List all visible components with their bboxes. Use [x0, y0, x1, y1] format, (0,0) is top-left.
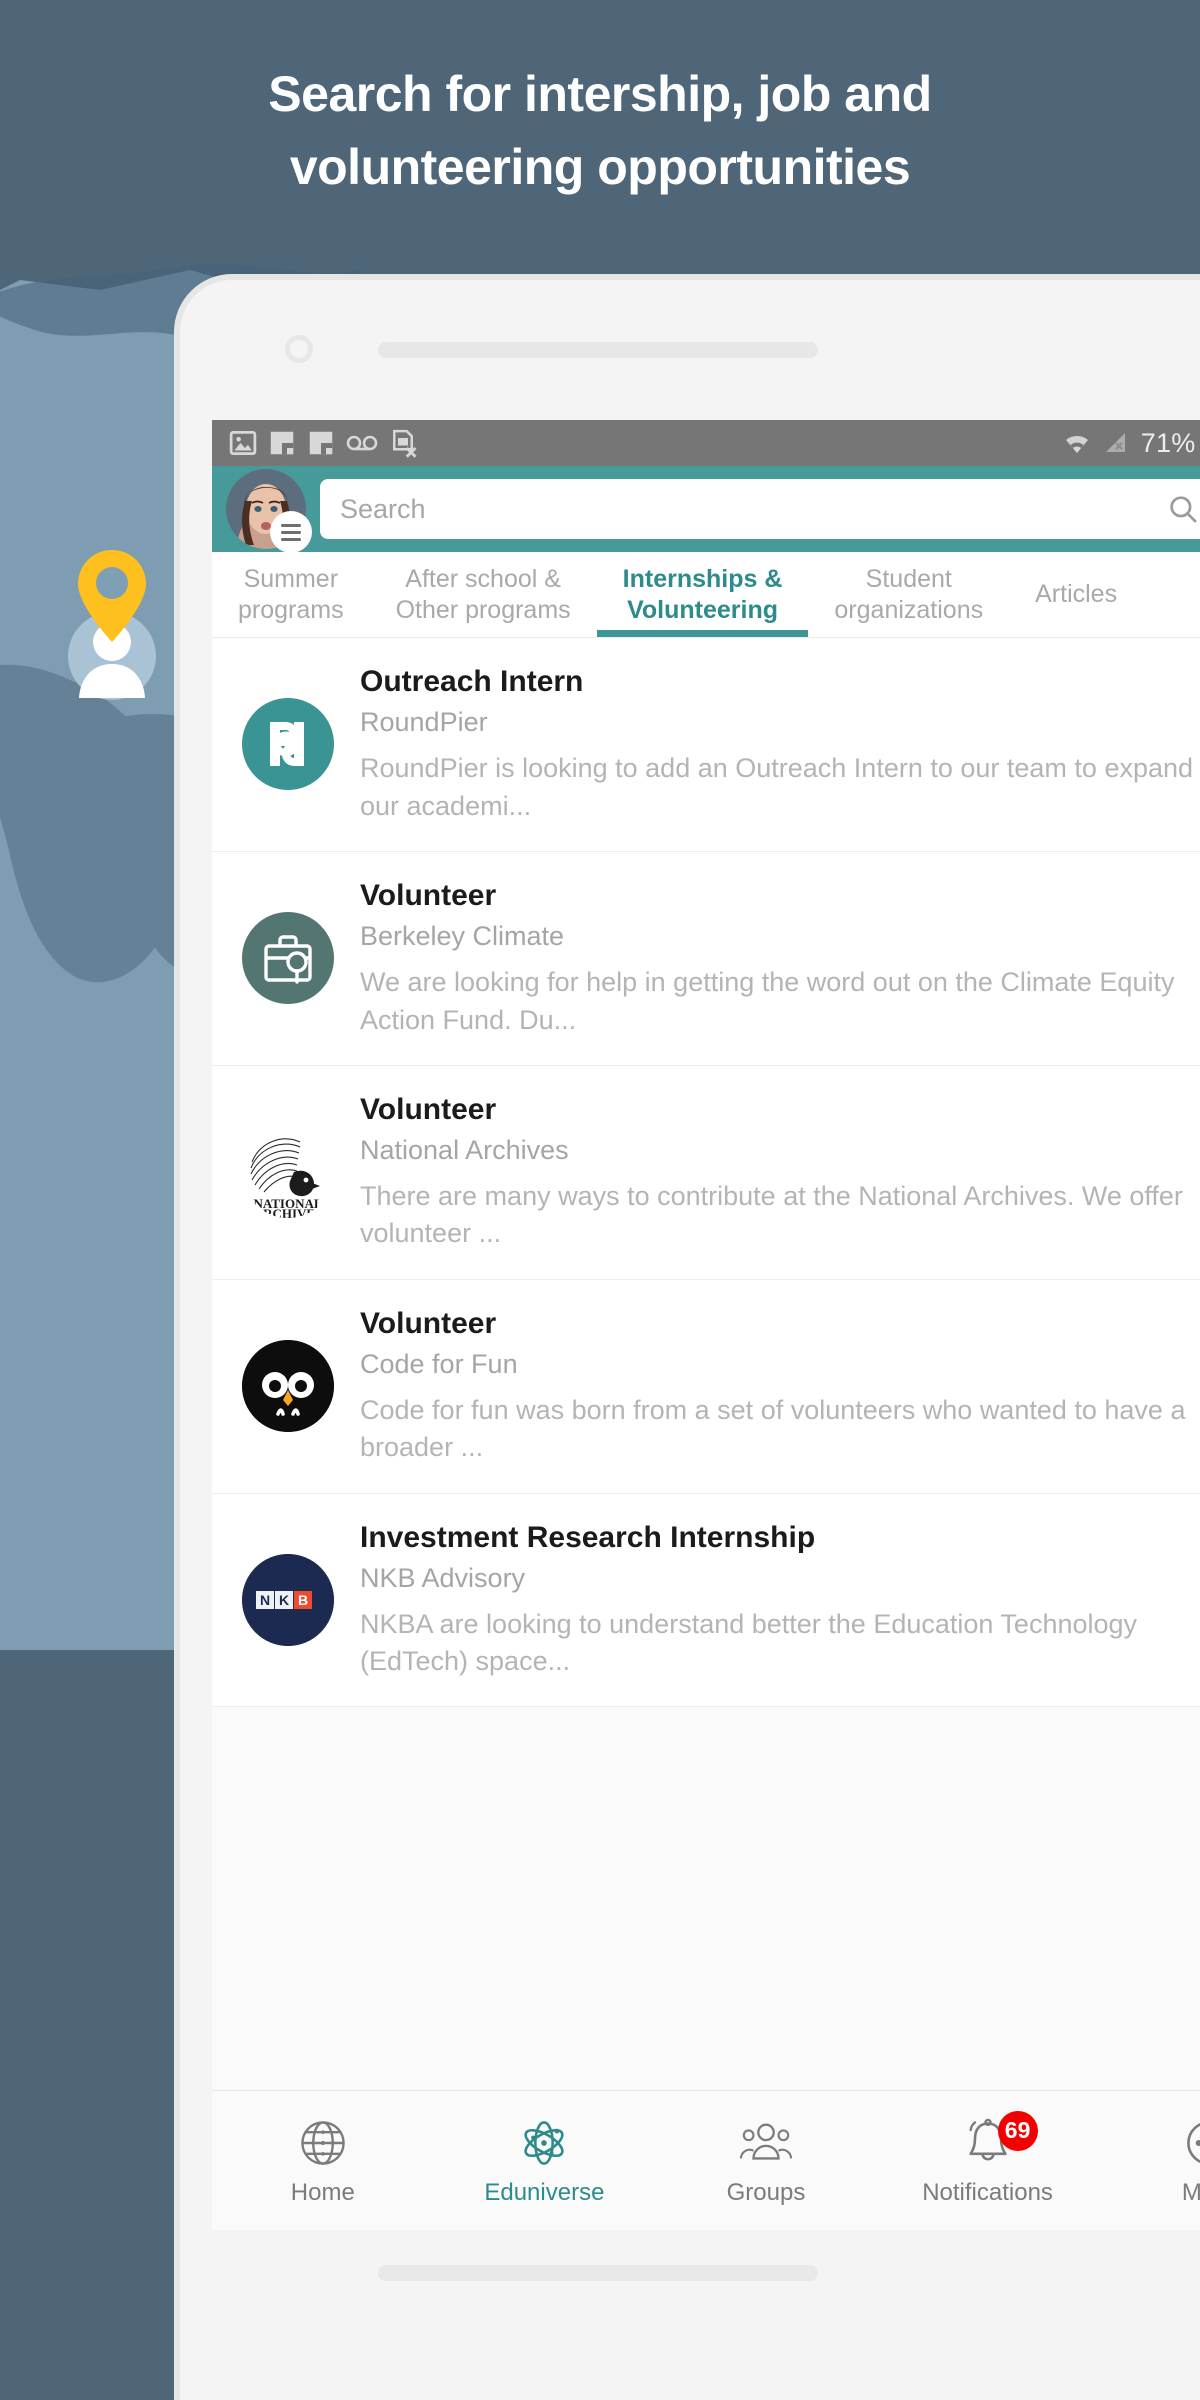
list-item-body: Volunteer Berkeley Climate We are lookin…: [360, 878, 1200, 1039]
nav-label-home: Home: [290, 2178, 355, 2206]
sim-card-off-icon: [393, 429, 417, 458]
nav-label-groups: Groups: [726, 2178, 806, 2206]
nav-label-eduniverse: Eduniverse: [484, 2178, 605, 2206]
list-item[interactable]: Volunteer Berkeley Climate We are lookin…: [212, 852, 1200, 1066]
listing-title: Volunteer: [360, 1092, 497, 1126]
owl-logo: [242, 1340, 334, 1433]
location-pin-marker: [62, 546, 162, 706]
listing-organization: National Archives: [360, 1134, 569, 1165]
voicemail-icon: [346, 435, 378, 451]
list-item-body: Outreach Intern RoundPier RoundPier is l…: [360, 664, 1200, 825]
nav-item-eduniverse[interactable]: Eduniverse: [434, 2115, 656, 2207]
phone-screen: 71% 14:09: [212, 420, 1200, 2230]
listing-organization: RoundPier: [360, 707, 488, 737]
list-item-body: Volunteer National Archives There are ma…: [360, 1092, 1200, 1253]
more-circle-icon: [1183, 2115, 1200, 2171]
search-input[interactable]: [340, 493, 1166, 525]
listing-description: We are looking for help in getting the w…: [360, 967, 1175, 1035]
nav-item-home[interactable]: Home: [212, 2115, 434, 2207]
crop-photo-icon: [270, 431, 294, 455]
nav-item-groups[interactable]: Groups: [655, 2115, 877, 2207]
nkb-logo: N K B: [242, 1554, 334, 1646]
list-item[interactable]: Outreach Intern RoundPier RoundPier is l…: [212, 638, 1200, 852]
svg-text:K: K: [279, 1592, 289, 1608]
page-title: Search for intership, job and volunteeri…: [0, 58, 1200, 203]
svg-text:N: N: [260, 1592, 270, 1608]
briefcase-search-logo: [242, 912, 334, 1005]
list-item[interactable]: Volunteer Code for Fun Code for fun was …: [212, 1280, 1200, 1494]
nav-label-notifications: Notifications: [922, 2178, 1053, 2206]
listing-organization: Berkeley Climate: [360, 920, 565, 951]
avatar-container[interactable]: [226, 469, 312, 553]
nav-item-notifications[interactable]: 69 Notifications: [877, 2110, 1099, 2207]
bell-icon: 69: [962, 2110, 1038, 2171]
earpiece-speaker: [378, 342, 818, 358]
home-indicator: [378, 2265, 818, 2281]
listing-title: Investment Research Internship: [360, 1520, 816, 1554]
national-archives-eagle-logo: NATIONAL ARCHIVES: [242, 1126, 334, 1219]
listing-description: There are many ways to contribute at the…: [360, 1181, 1183, 1249]
tab-after-school[interactable]: After school & Other programs: [370, 552, 597, 637]
category-tabs[interactable]: Summer programs After school & Other pro…: [212, 552, 1200, 638]
search-bar[interactable]: [320, 479, 1200, 539]
listing-organization: Code for Fun: [360, 1348, 518, 1379]
signal-no-service-icon: [1105, 433, 1125, 452]
phone-mockup: 71% 14:09: [180, 280, 1200, 2400]
tab-internships-volunteering[interactable]: Internships & Volunteering: [596, 552, 809, 637]
map-pin-hole: [96, 567, 128, 599]
listing-organization: NKB Advisory: [360, 1562, 526, 1593]
list-item-body: Investment Research Internship NKB Advis…: [360, 1520, 1200, 1681]
promo-screenshot: Search for intership, job and volunteeri…: [0, 0, 1200, 2400]
tab-student-organizations[interactable]: Student organizations: [808, 552, 1009, 637]
svg-text:ARCHIVES: ARCHIVES: [254, 1206, 323, 1218]
listing-title: Volunteer: [360, 1306, 497, 1340]
listing-description: RoundPier is looking to add an Outreach …: [360, 753, 1194, 821]
app-bar: 6: [212, 466, 1200, 553]
listing-description: NKBA are looking to understand better th…: [360, 1608, 1138, 1677]
search-icon[interactable]: [1166, 492, 1200, 526]
people-group-icon: [739, 2115, 793, 2171]
globe-icon: [297, 2115, 349, 2171]
list-item[interactable]: N K B Investment Research Internship NKB…: [212, 1494, 1200, 1708]
opportunity-list: Outreach Intern RoundPier RoundPier is l…: [212, 638, 1200, 1708]
wifi-icon: [1065, 435, 1088, 453]
notifications-badge: 69: [997, 2110, 1038, 2151]
listing-description: Code for fun was born from a set of volu…: [360, 1395, 1186, 1463]
atom-icon: [518, 2115, 570, 2171]
hamburger-menu-icon[interactable]: [270, 511, 312, 553]
roundpier-logo: [242, 698, 334, 791]
list-item-body: Volunteer Code for Fun Code for fun was …: [360, 1306, 1200, 1467]
headline-line-2: volunteering opportunities: [289, 138, 911, 195]
listing-title: Volunteer: [360, 878, 497, 912]
nav-label-more: More: [1181, 2178, 1200, 2206]
tab-summer-programs[interactable]: Summer programs: [212, 552, 370, 637]
front-camera: [285, 335, 313, 363]
tab-articles[interactable]: Articles: [1009, 552, 1143, 637]
list-item[interactable]: NATIONAL ARCHIVES Volunteer National Arc…: [212, 1066, 1200, 1280]
battery-percent: 71%: [1140, 427, 1196, 458]
image-icon: [229, 431, 257, 455]
svg-text:B: B: [298, 1592, 308, 1608]
listing-title: Outreach Intern: [360, 665, 584, 698]
crop-photo-icon: [309, 431, 333, 455]
nav-item-more[interactable]: More: [1098, 2115, 1200, 2207]
bottom-navigation: Home Eduniverse Groups 69 Notifications …: [212, 2090, 1200, 2230]
headline-line-1: Search for intership, job and: [268, 66, 932, 122]
status-bar: 71% 14:09: [212, 420, 1200, 466]
